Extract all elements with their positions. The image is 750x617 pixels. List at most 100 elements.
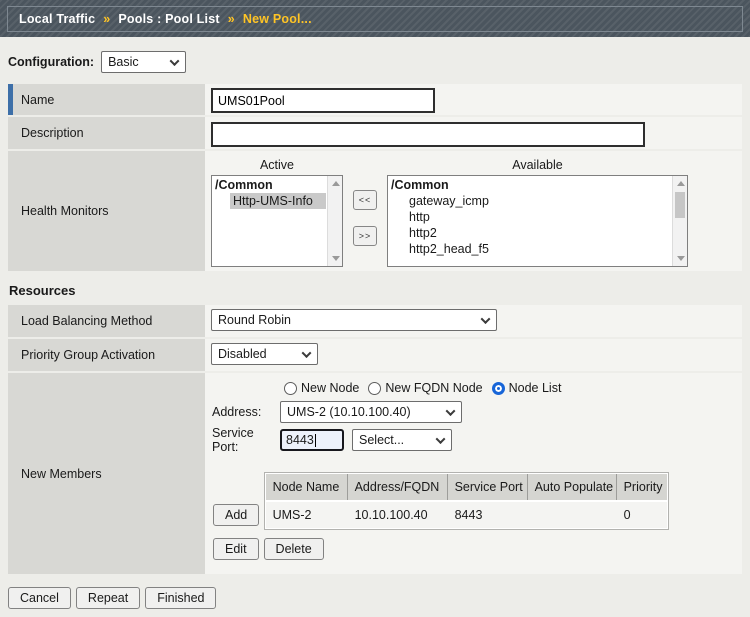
name-row: Name <box>8 84 742 115</box>
description-label: Description <box>21 126 84 140</box>
service-port-row: Service Port: 8443 Select... <box>212 426 736 454</box>
new-members-label-cell: New Members <box>8 373 205 574</box>
address-label: Address: <box>212 405 280 419</box>
load-balancing-value: Round Robin <box>218 313 291 327</box>
add-button[interactable]: Add <box>213 504 259 526</box>
service-port-input[interactable]: 8443 <box>280 429 344 451</box>
new-members-label: New Members <box>21 467 102 481</box>
health-monitors-value-cell: Active /Common Http-UMS-Info << >> <box>205 151 742 271</box>
load-balancing-label-cell: Load Balancing Method <box>8 305 205 337</box>
chevron-down-icon <box>481 314 491 324</box>
available-list-scrollbar[interactable] <box>672 176 687 266</box>
available-monitor-item[interactable]: http2 <box>406 225 671 241</box>
available-monitor-item[interactable]: gateway_icmp <box>406 193 671 209</box>
breadcrumb-new-pool: New Pool... <box>243 12 312 26</box>
col-address-fqdn: Address/FQDN <box>348 474 448 500</box>
active-monitors-listbox[interactable]: /Common Http-UMS-Info <box>211 175 343 267</box>
address-row: Address: UMS-2 (10.10.100.40) <box>212 401 736 423</box>
general-properties-table: Name Description Health Monitors Active … <box>8 84 742 271</box>
service-port-value: 8443 <box>286 433 314 447</box>
col-priority: Priority <box>617 474 667 500</box>
new-node-radio-label[interactable]: New Node <box>301 381 359 395</box>
new-members-value-cell: New Node New FQDN Node Node List Address… <box>205 373 742 574</box>
new-fqdn-node-radio[interactable] <box>368 382 381 395</box>
configuration-row: Configuration: Basic <box>8 51 750 73</box>
available-monitor-item[interactable]: http <box>406 209 671 225</box>
priority-group-row: Priority Group Activation Disabled <box>8 339 742 371</box>
active-list-caption: Active <box>211 156 343 175</box>
node-list-radio[interactable] <box>492 382 505 395</box>
scroll-up-icon[interactable] <box>332 181 340 186</box>
edit-button[interactable]: Edit <box>213 538 259 560</box>
service-port-label: Service Port: <box>212 426 280 454</box>
description-label-cell: Description <box>8 117 205 149</box>
move-to-active-button[interactable]: << <box>353 190 377 210</box>
members-table-header: Node Name Address/FQDN Service Port Auto… <box>266 474 667 500</box>
priority-group-value-cell: Disabled <box>205 339 742 371</box>
health-monitors-label-cell: Health Monitors <box>8 151 205 271</box>
repeat-button[interactable]: Repeat <box>76 587 140 609</box>
description-row: Description <box>8 117 742 149</box>
cell-auto-populate <box>528 502 617 528</box>
resources-heading: Resources <box>9 283 750 298</box>
description-value-cell <box>205 117 742 149</box>
active-monitor-item-selected[interactable]: Http-UMS-Info <box>230 193 326 209</box>
chevron-down-icon <box>170 56 180 66</box>
col-auto-populate: Auto Populate <box>528 474 617 500</box>
scrollbar-thumb[interactable] <box>675 192 685 218</box>
configuration-label: Configuration: <box>8 55 94 69</box>
top-navigation-bar: Local Traffic » Pools : Pool List » New … <box>0 0 750 37</box>
delete-button[interactable]: Delete <box>264 538 324 560</box>
new-node-radio[interactable] <box>284 382 297 395</box>
description-input[interactable] <box>211 122 645 147</box>
breadcrumb-separator-icon: » <box>103 12 110 26</box>
name-label-cell: Name <box>8 84 205 115</box>
chevron-down-icon <box>436 434 446 444</box>
active-list-scrollbar[interactable] <box>327 176 342 266</box>
cell-priority: 0 <box>617 502 667 528</box>
finished-button[interactable]: Finished <box>145 587 216 609</box>
col-node-name: Node Name <box>266 474 348 500</box>
table-row[interactable]: UMS-2 10.10.100.40 8443 0 <box>266 502 667 528</box>
service-port-select[interactable]: Select... <box>352 429 452 451</box>
available-monitors-listbox[interactable]: /Common gateway_icmp http http2 http2_he… <box>387 175 688 267</box>
new-fqdn-node-radio-label[interactable]: New FQDN Node <box>385 381 482 395</box>
address-select[interactable]: UMS-2 (10.10.100.40) <box>280 401 462 423</box>
name-input[interactable] <box>211 88 435 113</box>
load-balancing-row: Load Balancing Method Round Robin <box>8 305 742 337</box>
health-monitors-label: Health Monitors <box>21 204 109 218</box>
priority-group-select[interactable]: Disabled <box>211 343 318 365</box>
chevron-down-icon <box>302 348 312 358</box>
configuration-select[interactable]: Basic <box>101 51 186 73</box>
scroll-down-icon[interactable] <box>332 256 340 261</box>
member-actions: Edit Delete <box>213 538 736 560</box>
col-service-port: Service Port <box>448 474 528 500</box>
node-type-radio-group: New Node New FQDN Node Node List <box>284 381 736 395</box>
scroll-down-icon[interactable] <box>677 256 685 261</box>
breadcrumb-local-traffic[interactable]: Local Traffic <box>19 12 95 26</box>
available-monitor-item[interactable]: http2_head_f5 <box>406 241 671 257</box>
chevron-down-icon <box>446 406 456 416</box>
address-value: UMS-2 (10.10.100.40) <box>287 405 411 419</box>
move-to-available-button[interactable]: >> <box>353 226 377 246</box>
node-list-radio-label[interactable]: Node List <box>509 381 562 395</box>
cancel-button[interactable]: Cancel <box>8 587 71 609</box>
health-monitors-row: Health Monitors Active /Common Http-UMS-… <box>8 151 742 271</box>
scroll-up-icon[interactable] <box>677 181 685 186</box>
active-partition-item: /Common <box>212 177 326 193</box>
cell-address-fqdn: 10.10.100.40 <box>348 502 448 528</box>
members-table: Node Name Address/FQDN Service Port Auto… <box>264 472 669 530</box>
new-members-row: New Members New Node New FQDN Node Node … <box>8 373 742 574</box>
configuration-value: Basic <box>108 55 139 69</box>
form-actions: Cancel Repeat Finished <box>8 587 750 609</box>
load-balancing-select[interactable]: Round Robin <box>211 309 497 331</box>
cell-service-port: 8443 <box>448 502 528 528</box>
breadcrumb-separator-icon: » <box>228 12 235 26</box>
breadcrumb: Local Traffic » Pools : Pool List » New … <box>7 6 743 32</box>
required-indicator-bar <box>8 84 13 115</box>
load-balancing-value-cell: Round Robin <box>205 305 742 337</box>
available-list-caption: Available <box>387 156 688 175</box>
breadcrumb-pool-list[interactable]: Pools : Pool List <box>118 12 219 26</box>
priority-group-label: Priority Group Activation <box>21 348 155 362</box>
service-port-select-value: Select... <box>359 433 404 447</box>
